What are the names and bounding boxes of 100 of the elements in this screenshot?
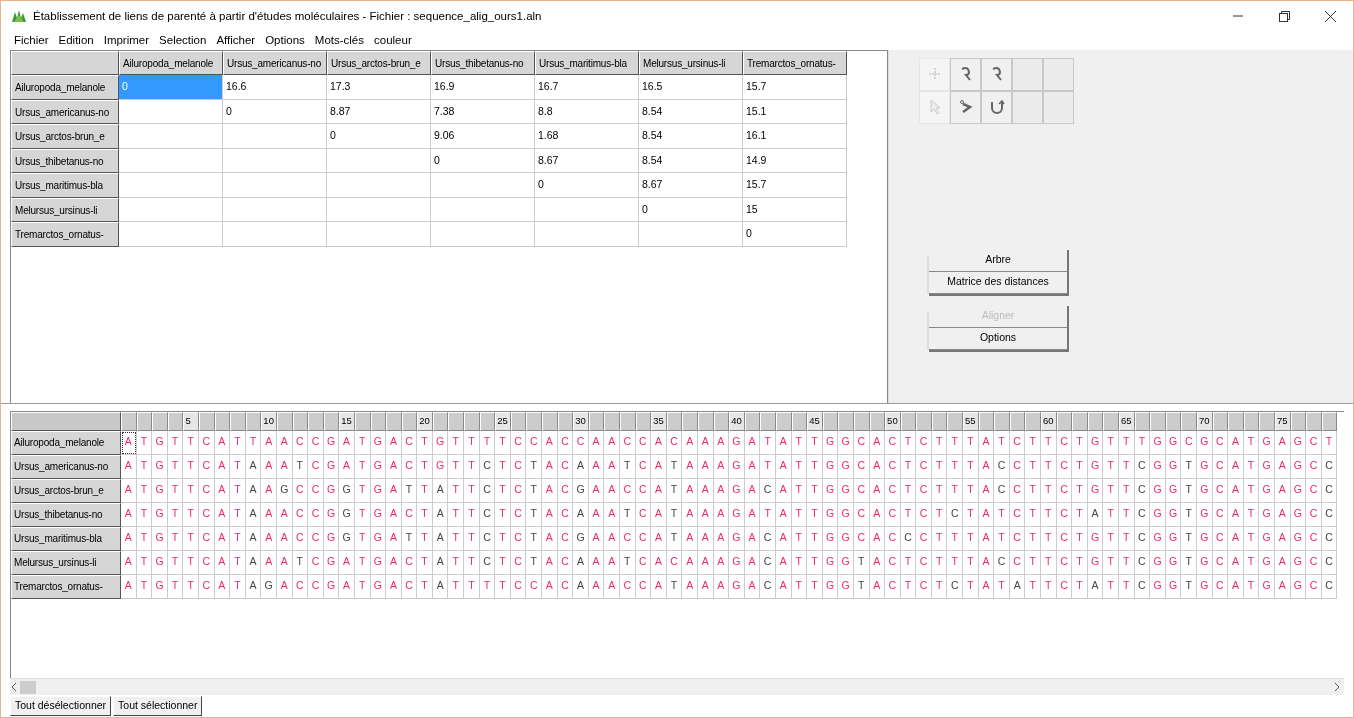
sequence-name[interactable]: Melursus_ursinus-li <box>11 550 121 575</box>
base-cell: G <box>1150 478 1166 503</box>
base-cell: A <box>744 478 761 503</box>
base-cell: A <box>651 478 667 503</box>
base-cell: T <box>417 478 433 503</box>
base-cell: T <box>807 430 823 455</box>
base-cell: A <box>245 574 262 599</box>
menu-item[interactable]: Afficher <box>211 32 261 50</box>
base-cell: A <box>542 454 558 479</box>
column-header[interactable]: Ailuropoda_melanole <box>119 50 223 76</box>
sequence-name[interactable]: Ursus_arctos-brun_e <box>11 478 121 503</box>
menu-item[interactable]: Imprimer <box>98 32 155 50</box>
row-header[interactable]: Ursus_thibetanus-no <box>11 148 119 174</box>
base-cell: A <box>775 430 792 455</box>
base-cell: C <box>1181 430 1197 455</box>
row-header[interactable]: Ursus_maritimus-bla <box>11 173 119 198</box>
table-cell: 15 <box>743 197 847 223</box>
column-header[interactable]: Tremarctos_ornatus- <box>743 50 847 76</box>
table-cell: 9.06 <box>431 124 535 149</box>
base-cell: A <box>869 478 886 503</box>
base-cell: C <box>557 478 574 503</box>
scrollbar-thumb[interactable] <box>20 680 36 694</box>
row-header[interactable]: Tremarctos_ornatus- <box>11 222 119 247</box>
menu-item[interactable]: Fichier <box>9 32 54 50</box>
base-cell: C <box>573 430 589 455</box>
menu-item[interactable]: Mots-clés <box>309 32 369 50</box>
base-cell: C <box>1134 574 1151 599</box>
base-cell: A <box>386 502 402 527</box>
menu-item[interactable]: Selection <box>154 32 212 50</box>
base-cell: C <box>1134 454 1151 479</box>
row-header[interactable]: Ursus_arctos-brun_e <box>11 124 119 149</box>
base-cell: G <box>1290 574 1307 599</box>
base-cell: C <box>526 430 543 455</box>
sequence-name[interactable]: Ursus_americanus-no <box>11 454 121 479</box>
base-cell: C <box>510 454 527 479</box>
base-cell: T <box>495 550 511 575</box>
base-cell: A <box>978 454 995 479</box>
base-cell: A <box>339 550 355 575</box>
tool-button[interactable] <box>950 90 981 124</box>
tool-button[interactable] <box>950 57 981 91</box>
sequence-name[interactable]: Ursus_maritimus-bla <box>11 526 121 551</box>
base-cell: T <box>1072 454 1088 479</box>
base-cell: G <box>1165 526 1182 551</box>
base-cell: G <box>1196 526 1213 551</box>
base-cell: T <box>183 502 199 527</box>
column-header[interactable]: Ursus_arctos-brun_e <box>327 50 431 76</box>
table-cell: 0 <box>327 124 431 149</box>
footer-button[interactable]: Tout désélectionner <box>10 696 112 717</box>
base-cell: A <box>276 502 293 527</box>
column-header[interactable]: Ursus_maritimus-bla <box>535 50 639 76</box>
base-cell: G <box>1087 526 1104 551</box>
scroll-right-icon[interactable] <box>1333 683 1342 692</box>
base-cell: A <box>339 430 355 455</box>
row-header[interactable]: Ursus_americanus-no <box>11 99 119 125</box>
column-header[interactable]: Melursus_ursinus-li <box>639 50 743 76</box>
column-header[interactable]: Ursus_americanus-no <box>223 50 327 76</box>
base-cell: T <box>1243 574 1260 599</box>
base-cell: A <box>121 430 137 455</box>
base-cell: C <box>853 478 870 503</box>
base-cell: T <box>947 550 964 575</box>
base-cell: A <box>276 430 293 455</box>
base-cell: T <box>230 574 246 599</box>
base-cell: C <box>401 550 418 575</box>
base-cell: T <box>1103 454 1119 479</box>
base-cell: A <box>1228 550 1244 575</box>
menu-item[interactable]: couleur <box>369 32 417 50</box>
base-cell: A <box>573 550 589 575</box>
base-cell: T <box>464 454 480 479</box>
base-cell: T <box>183 454 199 479</box>
base-cell: C <box>1009 430 1026 455</box>
base-cell: T <box>1181 502 1197 527</box>
base-cell: A <box>588 454 605 479</box>
base-cell: C <box>308 574 324 599</box>
base-cell: A <box>386 454 402 479</box>
base-cell: G <box>323 454 340 479</box>
base-cell: G <box>323 502 340 527</box>
row-header[interactable]: Ailuropoda_melanole <box>11 75 119 100</box>
base-cell: A <box>744 502 761 527</box>
sequence-name[interactable]: Ursus_thibetanus-no <box>11 502 121 527</box>
base-cell: T <box>448 526 465 551</box>
base-cell: C <box>635 430 652 455</box>
base-cell: G <box>1150 526 1166 551</box>
sequence-name[interactable]: Ailuropoda_melanole <box>11 430 121 455</box>
tool-button[interactable] <box>981 90 1012 124</box>
menu-item[interactable]: Edition <box>53 32 99 50</box>
footer-button[interactable]: Tout sélectionner <box>113 696 203 717</box>
base-cell: G <box>729 550 745 575</box>
base-cell: G <box>729 454 745 479</box>
base-cell: A <box>682 550 698 575</box>
base-cell: T <box>1243 478 1260 503</box>
tool-button[interactable] <box>981 57 1012 91</box>
base-cell: T <box>1321 430 1338 455</box>
menu-item[interactable]: Options <box>260 32 310 50</box>
sequence-name[interactable]: Tremarctos_ornatus- <box>11 574 121 599</box>
base-cell: T <box>1243 502 1260 527</box>
base-cell: G <box>822 478 839 503</box>
row-header[interactable]: Melursus_ursinus-li <box>11 197 119 223</box>
scroll-left-icon[interactable] <box>10 683 18 692</box>
column-header[interactable]: Ursus_thibetanus-no <box>431 50 535 76</box>
base-cell: A <box>1228 526 1244 551</box>
